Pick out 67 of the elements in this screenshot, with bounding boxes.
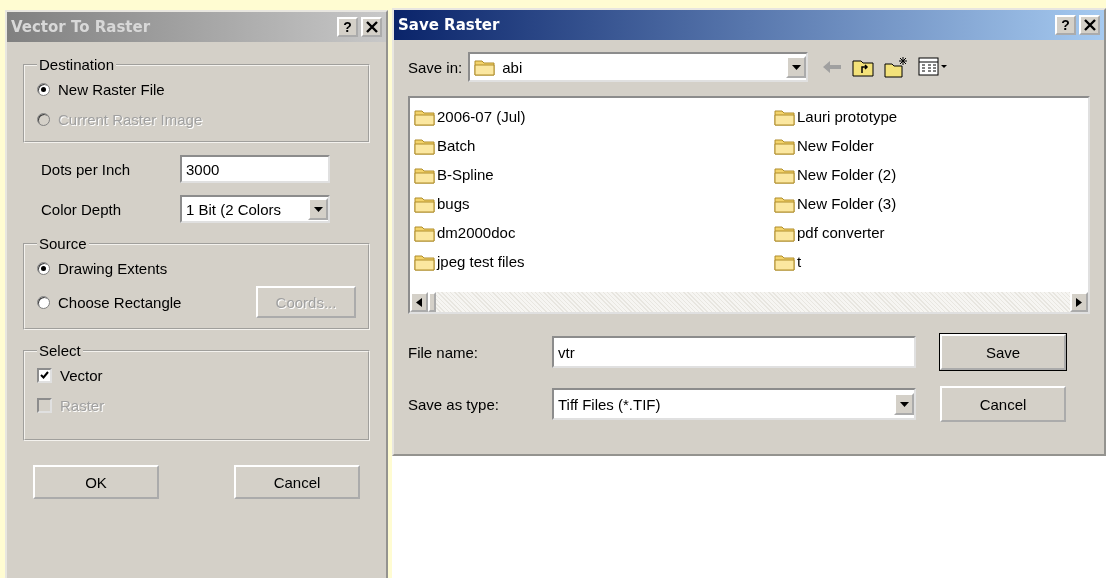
checkbox[interactable] xyxy=(37,367,52,383)
right-arrow-icon[interactable] xyxy=(1076,297,1082,307)
radio-label: Choose Rectangle xyxy=(58,293,182,311)
checkbox-label: Vector xyxy=(60,366,103,384)
folder-item[interactable]: Batch xyxy=(414,131,774,160)
save-button[interactable]: Save xyxy=(940,334,1066,370)
folder-icon xyxy=(774,165,796,184)
folder-icon xyxy=(774,194,796,213)
help-button[interactable]: ? xyxy=(337,17,358,37)
scrollbar[interactable] xyxy=(410,292,1088,312)
folder-item[interactable]: New Folder (3) xyxy=(774,189,1084,218)
folder-icon xyxy=(414,252,436,271)
folder-icon xyxy=(774,223,796,242)
field-label: Dots per Inch xyxy=(41,160,132,178)
view-menu-icon[interactable] xyxy=(918,57,949,77)
folder-icon xyxy=(414,165,436,184)
folder-icon xyxy=(414,194,436,213)
field-label: Color Depth xyxy=(41,200,123,218)
close-icon xyxy=(364,21,379,33)
folder-item[interactable]: pdf converter xyxy=(774,218,1084,247)
input-field[interactable]: 3000 xyxy=(180,155,330,183)
folder-icon xyxy=(774,136,796,155)
folder-icon xyxy=(474,58,497,76)
group-label: Source xyxy=(38,235,88,252)
caret-icon xyxy=(899,401,909,407)
folder-item[interactable]: 2006-07 (Jul) xyxy=(414,102,774,131)
close-button[interactable] xyxy=(361,17,382,37)
caret-icon xyxy=(313,206,323,212)
folder-icon xyxy=(414,136,436,155)
group-label: Select xyxy=(38,342,82,359)
close-icon xyxy=(1082,19,1097,31)
folder-item[interactable]: B-Spline xyxy=(414,160,774,189)
field-label: Save in: xyxy=(408,58,463,76)
radio-label: New Raster File xyxy=(58,80,165,98)
field-label: Save as type: xyxy=(408,395,500,413)
up-folder-icon[interactable] xyxy=(852,57,875,77)
scrollbar-thumb[interactable] xyxy=(428,292,436,312)
caret-icon xyxy=(791,64,801,70)
folder-icon xyxy=(414,107,436,126)
folder-icon xyxy=(774,252,796,271)
dialog-button[interactable]: OK xyxy=(33,465,159,499)
group-label: Destination xyxy=(38,56,116,73)
field-label: File name: xyxy=(408,343,480,361)
folder-item[interactable]: Lauri prototype xyxy=(774,102,1084,131)
folder-dropdown[interactable]: abi xyxy=(468,52,809,82)
radio-label: Drawing Extents xyxy=(58,259,168,277)
folder-item[interactable]: New Folder (2) xyxy=(774,160,1084,189)
radio-button[interactable] xyxy=(37,82,50,96)
folder-item[interactable]: jpeg test files xyxy=(414,247,774,276)
folder-icon xyxy=(774,107,796,126)
folder-item[interactable]: bugs xyxy=(414,189,774,218)
dialog-button[interactable]: Cancel xyxy=(234,465,360,499)
dropdown[interactable]: Tiff Files (*.TIF) xyxy=(552,388,916,420)
window-title: Save Raster xyxy=(398,16,501,34)
checkmark-icon xyxy=(40,371,49,379)
new-folder-icon[interactable] xyxy=(884,56,909,78)
folder-item[interactable]: dm2000doc xyxy=(414,218,774,247)
window-title: Vector To Raster xyxy=(11,18,152,36)
input-field[interactable]: vtr xyxy=(552,336,916,368)
dropdown[interactable]: 1 Bit (2 Colors xyxy=(180,195,330,223)
folder-icon xyxy=(414,223,436,242)
left-arrow-icon[interactable] xyxy=(416,297,422,307)
folder-item[interactable]: t xyxy=(774,247,1084,276)
close-button[interactable] xyxy=(1079,15,1100,35)
cancel-button[interactable]: Cancel xyxy=(940,386,1066,422)
help-button[interactable]: ? xyxy=(1055,15,1076,35)
folder-item[interactable]: New Folder xyxy=(774,131,1084,160)
